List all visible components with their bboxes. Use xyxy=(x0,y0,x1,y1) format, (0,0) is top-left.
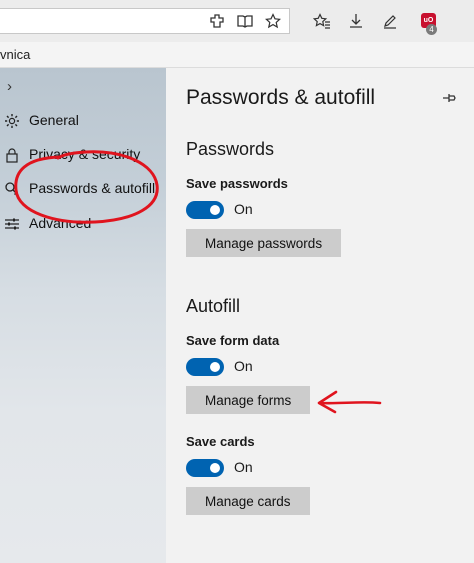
settings-hub-panel: › General Privacy & security Passwords &… xyxy=(0,68,166,563)
downloads-icon[interactable] xyxy=(345,10,367,32)
save-form-data-state: On xyxy=(234,358,253,374)
hub-item-label: General xyxy=(29,112,79,128)
pen-icon[interactable] xyxy=(379,10,401,32)
hub-item-general[interactable]: General xyxy=(0,106,166,136)
favorites-bar: vnica xyxy=(0,42,474,68)
reading-view-icon[interactable] xyxy=(234,10,256,32)
save-form-data-toggle[interactable] xyxy=(186,358,224,376)
settings-pane: Passwords & autofill Passwords Save pass… xyxy=(166,68,474,563)
manage-passwords-button[interactable]: Manage passwords xyxy=(186,229,342,257)
gear-icon xyxy=(5,114,19,128)
save-passwords-state: On xyxy=(234,201,253,217)
hub-item-label: Passwords & autofill xyxy=(29,180,156,196)
page-title: Passwords & autofill xyxy=(186,86,376,109)
hub-item-label: Advanced xyxy=(29,215,92,231)
save-cards-toggle[interactable] xyxy=(186,459,224,477)
extension-count-badge: 4 xyxy=(426,24,437,35)
lock-icon xyxy=(6,148,18,163)
save-cards-state: On xyxy=(234,459,253,475)
sliders-icon xyxy=(5,218,19,230)
section-heading-autofill: Autofill xyxy=(186,296,241,316)
save-passwords-label: Save passwords xyxy=(186,176,288,191)
hub-item-advanced[interactable]: Advanced xyxy=(0,209,166,239)
hub-item-passwords-autofill[interactable]: Passwords & autofill xyxy=(0,174,166,204)
hub-item-label: Privacy & security xyxy=(29,146,141,162)
browser-toolbar: uO 4 xyxy=(0,0,474,42)
favorites-bar-item[interactable]: vnica xyxy=(0,47,30,62)
save-form-data-label: Save form data xyxy=(186,333,280,348)
save-passwords-toggle[interactable] xyxy=(186,201,224,219)
key-icon xyxy=(5,182,19,196)
manage-forms-button[interactable]: Manage forms xyxy=(186,386,311,414)
favorite-star-icon[interactable] xyxy=(262,10,284,32)
manage-cards-button[interactable]: Manage cards xyxy=(186,487,310,515)
screenshot-icon[interactable] xyxy=(206,10,228,32)
section-heading-passwords: Passwords xyxy=(186,139,275,159)
favorites-hub-icon[interactable] xyxy=(311,10,333,32)
save-cards-label: Save cards xyxy=(186,434,255,449)
pin-icon[interactable] xyxy=(442,90,458,106)
hub-item-privacy-security[interactable]: Privacy & security xyxy=(0,140,166,170)
chevron-right-icon[interactable]: › xyxy=(7,78,12,95)
